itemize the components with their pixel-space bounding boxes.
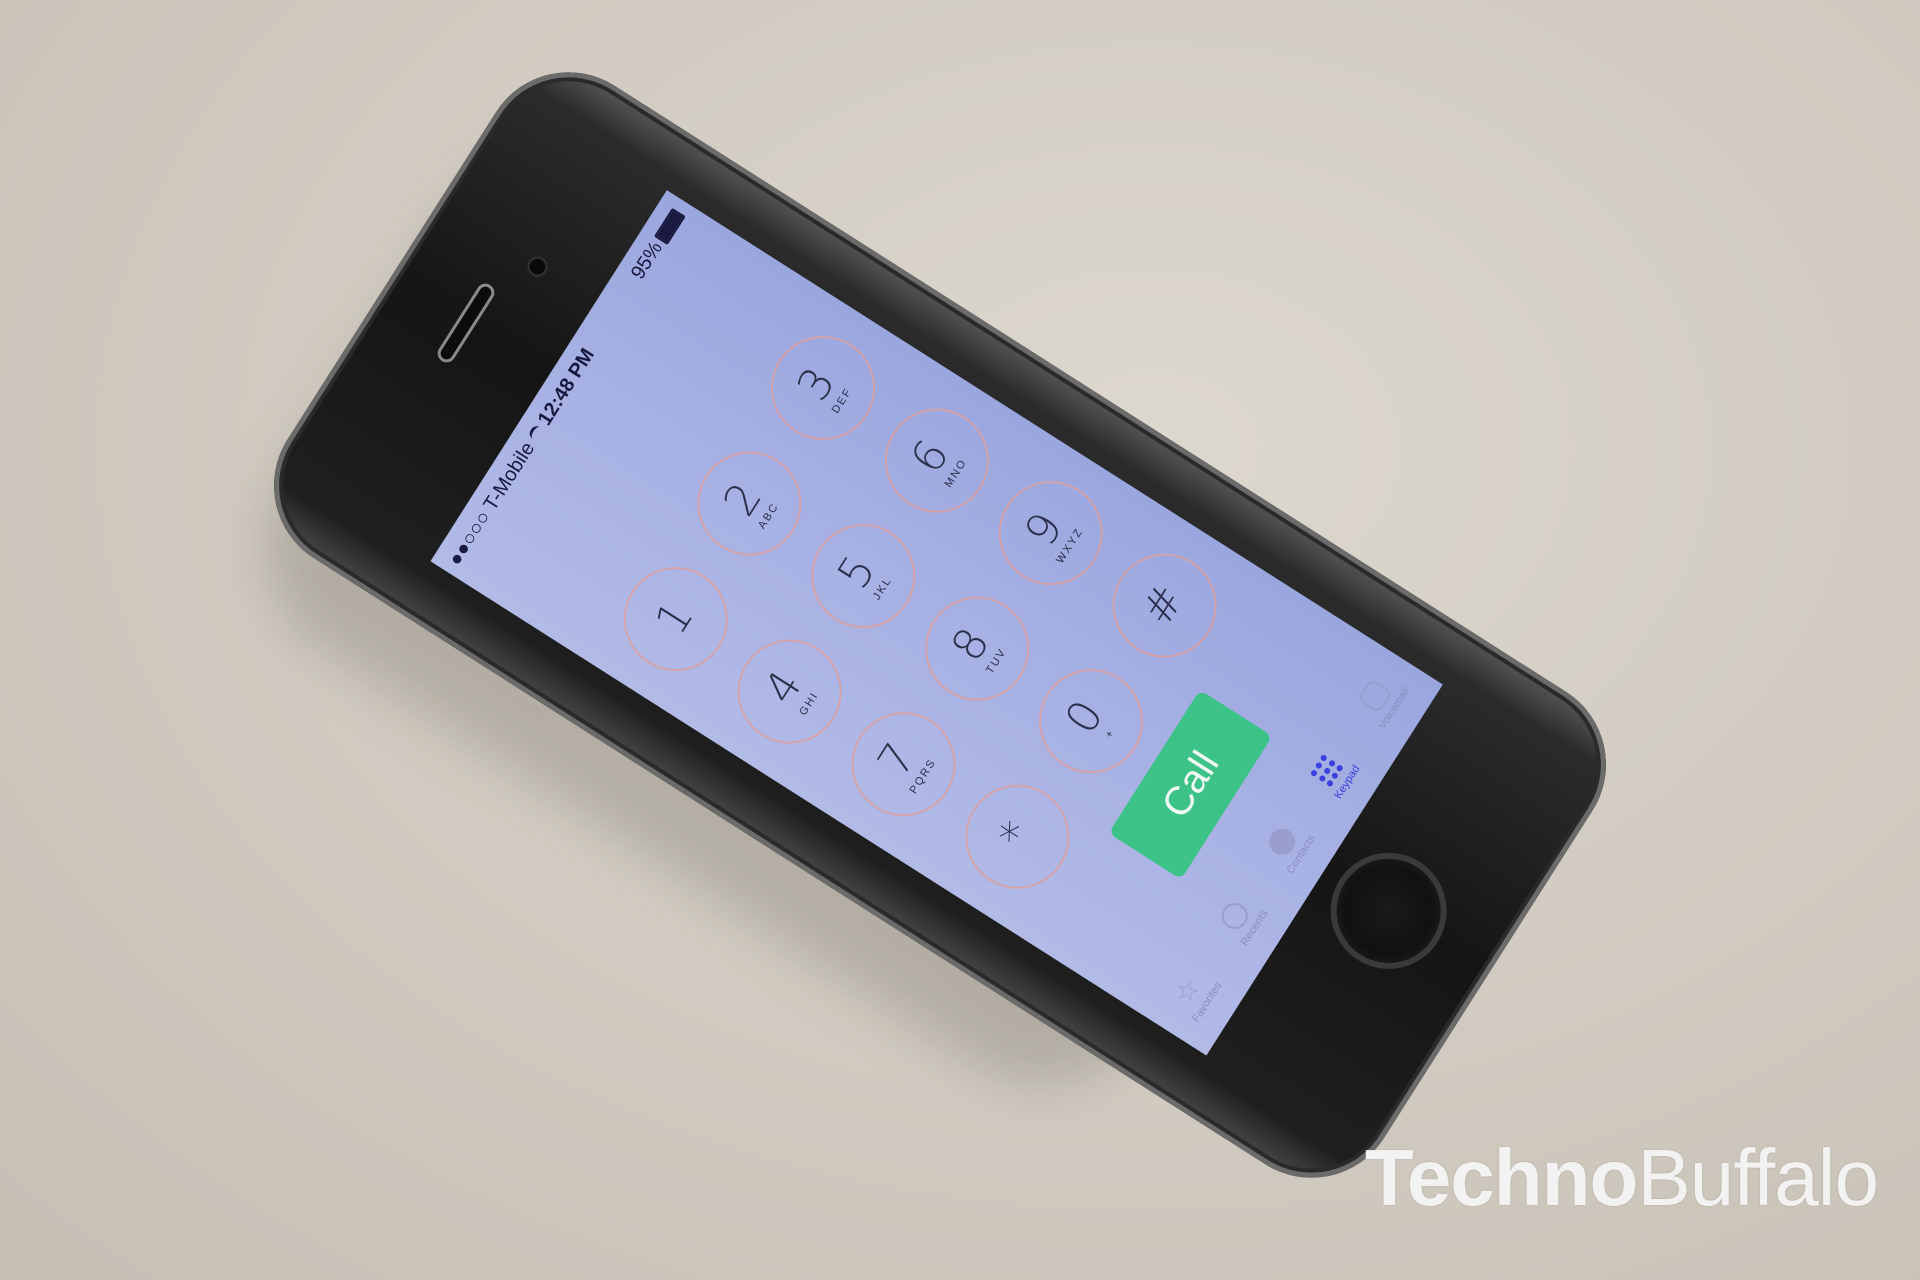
key-9[interactable]: 9 WXYZ (978, 461, 1122, 605)
battery-indicator: 95% (627, 206, 688, 284)
tab-favorites[interactable]: ☆ Favorites (1165, 964, 1224, 1024)
key-hash[interactable]: # (1092, 533, 1236, 678)
key-8[interactable]: 8 TUV (904, 576, 1049, 721)
key-star[interactable]: * (945, 764, 1089, 908)
watermark-light: Buffalo (1637, 1133, 1879, 1222)
status-bar: ●●○○○ T-Mobile 12:48 PM 95% (430, 190, 700, 583)
front-camera (526, 255, 549, 278)
key-2[interactable]: 2 ABC (677, 431, 821, 576)
tab-voicemail[interactable]: Voicemail (1351, 669, 1412, 731)
tab-recents[interactable]: Recents (1213, 892, 1270, 948)
phone-screen: ●●○○○ T-Mobile 12:48 PM 95% 1 2 ABC 3 DEF … (430, 190, 1443, 1056)
tab-keypad[interactable]: Keypad (1307, 747, 1362, 801)
key-6[interactable]: 6 MNO (864, 388, 1009, 533)
watermark-bold: Techno (1364, 1133, 1639, 1222)
technobuffalo-watermark: TechnoBuffalo (1364, 1132, 1879, 1224)
earpiece-speaker (438, 284, 494, 362)
dialer-app: ●●○○○ T-Mobile 12:48 PM 95% 1 2 ABC 3 DEF … (430, 190, 1442, 1055)
home-button[interactable] (1316, 839, 1461, 983)
battery-icon (653, 207, 686, 245)
key-1[interactable]: 1 (603, 546, 748, 691)
key-7[interactable]: 7 PQRS (831, 691, 976, 836)
key-3[interactable]: 3 DEF (750, 316, 895, 460)
key-4[interactable]: 4 GHI (717, 619, 862, 763)
key-0[interactable]: 0 + (1018, 649, 1163, 793)
table-surface: ●●○○○ T-Mobile 12:48 PM 95% 1 2 ABC 3 DEF … (0, 0, 1920, 1280)
key-5[interactable]: 5 JKL (791, 504, 935, 648)
tab-contacts[interactable]: Contacts (1259, 817, 1318, 876)
